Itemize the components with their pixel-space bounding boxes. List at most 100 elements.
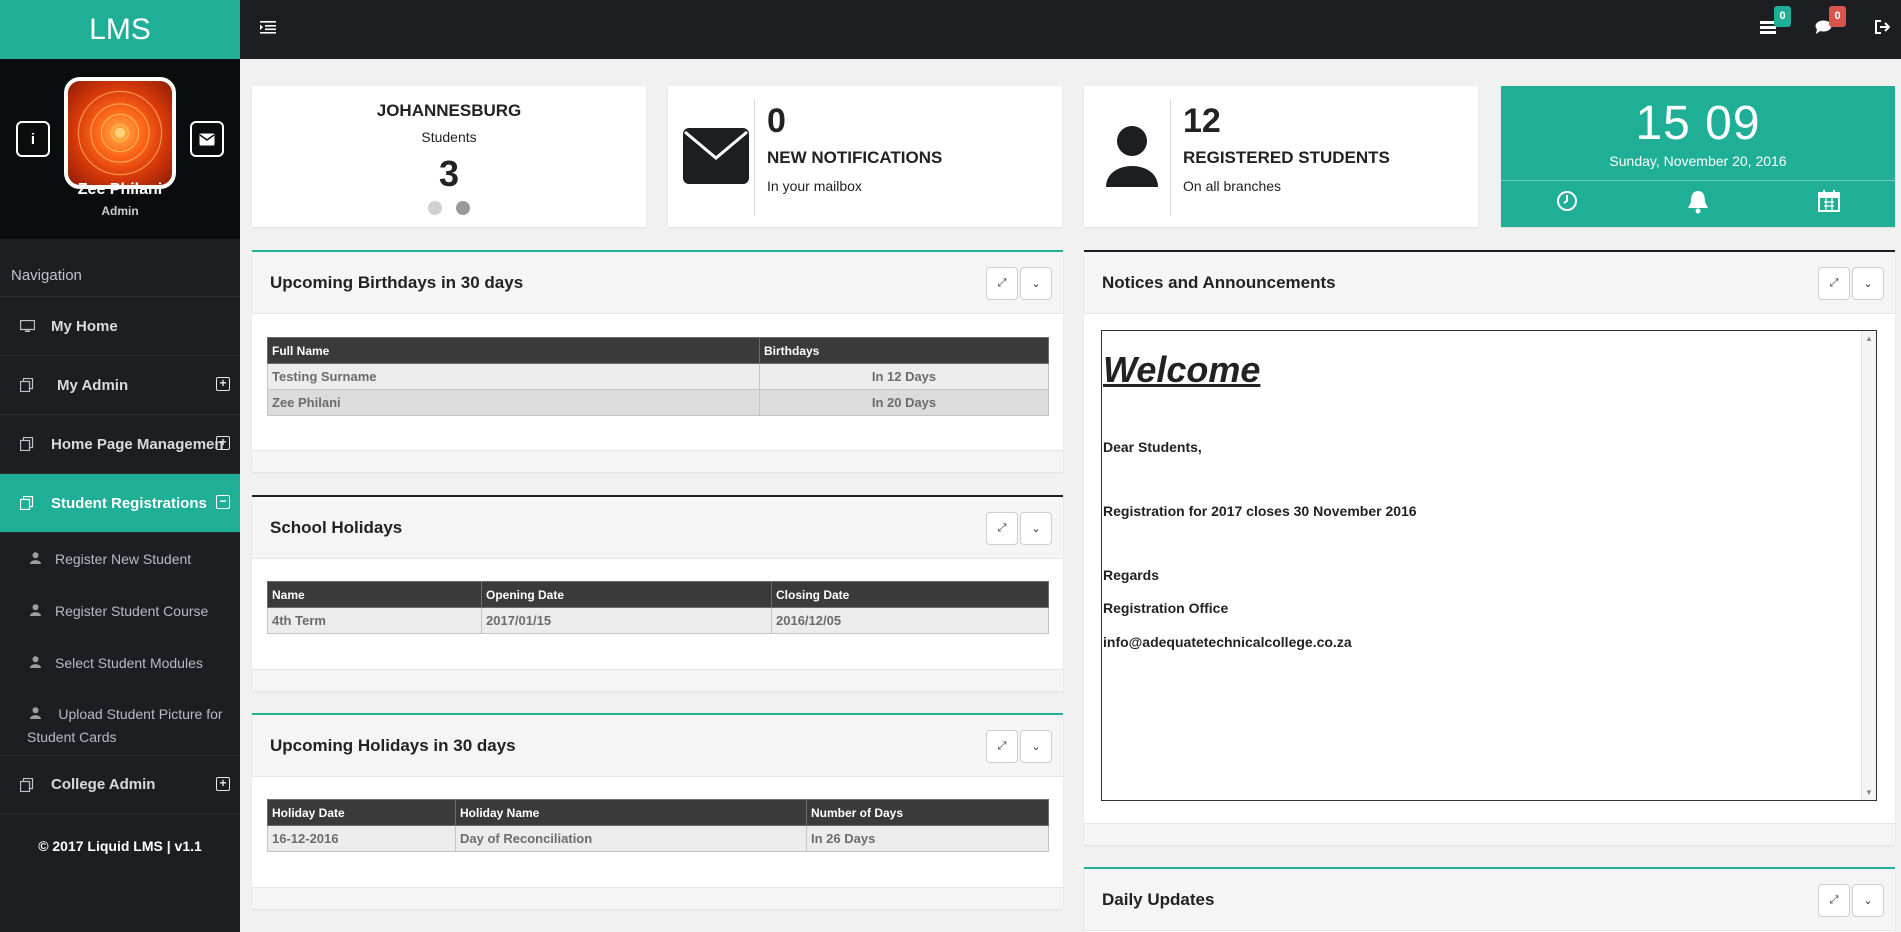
expand-icon[interactable]: +: [216, 777, 230, 791]
panel-header: Notices and Announcements ⤢ ⌄: [1084, 252, 1895, 314]
panel-buttons: ⤢ ⌄: [986, 512, 1052, 545]
scroll-down-icon[interactable]: ▼: [1865, 788, 1873, 797]
clock-actions: [1501, 190, 1895, 219]
submenu-upload-student-picture[interactable]: Upload Student Picture for Student Cards: [0, 689, 240, 755]
clock-icon[interactable]: [1556, 190, 1578, 219]
expand-button[interactable]: ⤢: [1818, 884, 1850, 917]
flower-image: [77, 90, 163, 176]
branch-student-count: 3: [438, 153, 460, 194]
panel-title: Upcoming Birthdays in 30 days: [270, 273, 524, 292]
carousel-dot[interactable]: [428, 201, 442, 215]
upcoming-holidays-table: Holiday Date Holiday Name Number of Days…: [267, 799, 1049, 852]
collapse-icon[interactable]: −: [216, 495, 230, 509]
notice-content[interactable]: Welcome Dear Students, Registration for …: [1101, 330, 1877, 801]
sidebar-item-home-page-management[interactable]: Home Page Management +: [0, 415, 240, 474]
nav-heading: Navigation: [0, 239, 240, 297]
column-header: Opening Date: [481, 581, 772, 608]
copy-icon: [19, 496, 35, 510]
panel-title: Notices and Announcements: [1102, 273, 1336, 292]
copy-icon: [19, 777, 35, 792]
panel-header: Daily Updates ⤢ ⌄: [1084, 869, 1895, 931]
sidebar-item-my-admin[interactable]: My Admin +: [0, 356, 240, 415]
mail-button[interactable]: [190, 121, 224, 157]
sidebar-item-college-admin[interactable]: College Admin +: [0, 755, 240, 814]
bell-icon[interactable]: [1687, 190, 1709, 219]
avatar[interactable]: [64, 77, 176, 189]
students-subtitle: On all branches: [1183, 178, 1282, 194]
collapse-button[interactable]: ⌄: [1852, 884, 1884, 917]
expand-button[interactable]: ⤢: [1818, 267, 1850, 300]
sidebar-nav: Navigation My Home My Admin + Home Page …: [0, 239, 240, 854]
collapse-button[interactable]: ⌄: [1020, 512, 1052, 545]
expand-icon: ⤢: [1829, 277, 1839, 289]
chevron-down-icon: ⌄: [1031, 741, 1041, 753]
sidebar-item-label: Home Page Management: [51, 435, 223, 453]
registered-students-card[interactable]: 12 REGISTERED STUDENTS On all branches: [1084, 86, 1478, 227]
branch-name: JOHANNESBURG: [376, 101, 522, 120]
expand-icon: ⤢: [1829, 894, 1839, 906]
calendar-icon[interactable]: [1818, 190, 1841, 219]
expand-icon[interactable]: +: [216, 377, 230, 391]
table-row: 4th Term 2017/01/15 2016/12/05: [267, 607, 1049, 634]
panel-title: Daily Updates: [1102, 890, 1215, 909]
collapse-button[interactable]: ⌄: [1020, 267, 1052, 300]
table-cell: Zee Philani: [267, 389, 760, 416]
submenu-register-new-student[interactable]: Register New Student: [0, 533, 240, 585]
chevron-down-icon: ⌄: [1863, 895, 1873, 907]
tasks-button[interactable]: 0: [1760, 6, 1791, 39]
copy-icon: [19, 378, 35, 392]
branch-label: Students: [421, 129, 477, 145]
user-icon: [30, 655, 41, 671]
submenu-register-student-course[interactable]: Register Student Course: [0, 585, 240, 637]
expand-icon[interactable]: +: [216, 436, 230, 450]
sidebar-item-student-registrations[interactable]: Student Registrations −: [0, 474, 240, 533]
app-logo[interactable]: LMS: [0, 0, 240, 59]
panel-buttons: ⤢ ⌄: [1818, 884, 1884, 917]
table-cell: In 20 Days: [759, 389, 1049, 416]
collapse-button[interactable]: ⌄: [1020, 730, 1052, 763]
scrollbar[interactable]: ▲ ▼: [1861, 331, 1876, 800]
upcoming-holidays-panel: Upcoming Holidays in 30 days ⤢ ⌄ Holiday…: [252, 713, 1063, 909]
panel-buttons: ⤢ ⌄: [1818, 267, 1884, 300]
column-header: Holiday Name: [455, 799, 807, 826]
expand-button[interactable]: ⤢: [986, 730, 1018, 763]
info-button[interactable]: i: [16, 121, 50, 157]
notice-line: Registration for 2017 closes 30 November…: [1103, 503, 1417, 519]
column-header: Number of Days: [806, 799, 1049, 826]
monitor-icon: [19, 319, 35, 333]
notifications-card[interactable]: 0 NEW NOTIFICATIONS In your mailbox: [668, 86, 1062, 227]
logout-button[interactable]: [1874, 20, 1891, 39]
scroll-up-icon[interactable]: ▲: [1865, 334, 1873, 343]
notice-line: Regards: [1103, 567, 1160, 583]
sidebar-item-label: Student Registrations: [51, 494, 207, 512]
expand-button[interactable]: ⤢: [986, 267, 1018, 300]
logout-icon: [1875, 20, 1891, 34]
tasks-badge: 0: [1774, 6, 1791, 27]
messages-button[interactable]: 0: [1815, 6, 1846, 40]
user-icon: [30, 603, 41, 619]
panel-buttons: ⤢ ⌄: [986, 267, 1052, 300]
user-icon: [30, 707, 44, 722]
students-title: REGISTERED STUDENTS: [1183, 148, 1390, 167]
carousel-dot-active[interactable]: [456, 201, 470, 215]
table-cell: 2016/12/05: [771, 607, 1049, 634]
panel-footer: [252, 887, 1063, 909]
collapse-button[interactable]: ⌄: [1852, 267, 1884, 300]
sidebar-item-my-home[interactable]: My Home: [0, 297, 240, 356]
panel-footer: [1084, 823, 1895, 845]
envelope-icon: [678, 108, 754, 204]
birthdays-panel: Upcoming Birthdays in 30 days ⤢ ⌄ Full N…: [252, 250, 1063, 472]
expand-button[interactable]: ⤢: [986, 512, 1018, 545]
branch-students-card: JOHANNESBURG Students 3: [252, 86, 646, 227]
sidebar-item-label: College Admin: [51, 776, 156, 793]
clock-time: 15 09: [1635, 97, 1761, 150]
school-holidays-panel: School Holidays ⤢ ⌄ Name Opening Date Cl…: [252, 495, 1063, 691]
menu-toggle-button[interactable]: [260, 20, 276, 39]
submenu-select-student-modules[interactable]: Select Student Modules: [0, 637, 240, 689]
list-indent-icon: [260, 21, 276, 34]
table-cell: 4th Term: [267, 607, 482, 634]
column-header: Closing Date: [771, 581, 1049, 608]
expand-icon: ⤢: [997, 740, 1007, 752]
submenu-label: Upload Student Picture for Student Cards: [27, 706, 223, 745]
copy-icon: [19, 437, 35, 451]
